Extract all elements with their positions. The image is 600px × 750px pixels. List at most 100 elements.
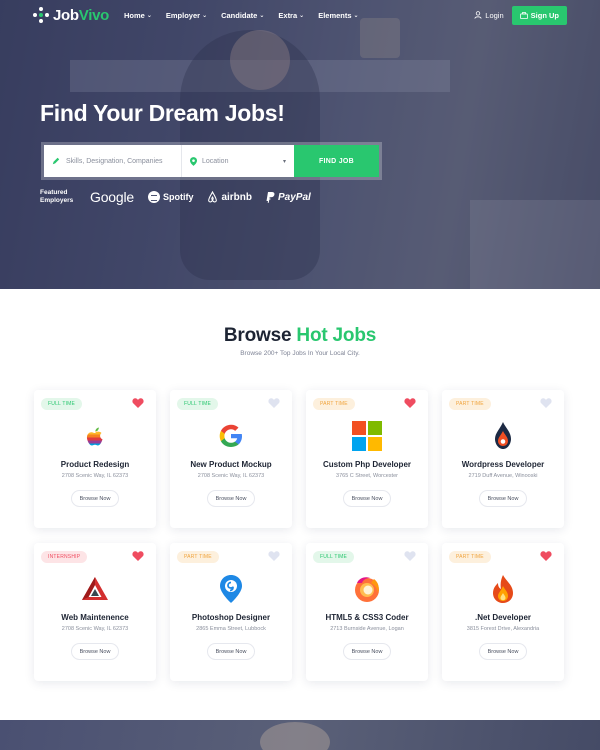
nav-item-candidate[interactable]: Candidate ⌄	[221, 11, 264, 20]
paypal-icon	[266, 191, 275, 203]
job-title[interactable]: Web Maintenence	[34, 613, 156, 622]
hero-section: JobVivo Home ⌄ Employer ⌄ Candidate ⌄ Extra…	[0, 0, 600, 289]
location-field[interactable]: Location ▾	[182, 145, 294, 177]
login-label: Login	[485, 10, 504, 20]
job-card[interactable]: INTERNSHIP Web Maintenence 2708 Scenic W…	[34, 543, 156, 681]
job-type-badge: PART TIME	[449, 398, 491, 410]
job-address: 2865 Emma Street, Lubbock	[196, 626, 266, 632]
browse-now-button[interactable]: Browse Now	[71, 490, 119, 507]
job-card[interactable]: FULL TIME Product Redesign 2708 Scenic W…	[34, 390, 156, 528]
featured-employers-label: Featured Employers	[40, 189, 74, 205]
hot-jobs-title: Browse Hot Jobs	[223, 325, 377, 346]
job-card[interactable]: PART TIME Wordpress Developer 2719 Duff …	[442, 390, 564, 528]
nav-item-extra[interactable]: Extra ⌄	[278, 11, 304, 20]
signup-label: Sign Up	[530, 10, 559, 20]
job-address: 3815 Forest Drive, Alexandria	[466, 626, 540, 632]
job-card[interactable]: FULL TIME New Product Mockup 2708 Scenic…	[170, 390, 292, 528]
heart-icon[interactable]	[540, 550, 552, 562]
heart-icon[interactable]	[132, 397, 144, 409]
heart-icon[interactable]	[132, 550, 144, 562]
job-type-badge: PART TIME	[177, 551, 219, 563]
airbnb-logo[interactable]: airbnb	[207, 191, 252, 203]
job-address: 2708 Scenic Way, IL 62373	[61, 473, 129, 479]
airbnb-wordmark: airbnb	[221, 191, 253, 203]
google-g-logo	[216, 420, 246, 452]
job-address: 3765 C Street, Worcester	[336, 473, 398, 479]
keyword-input[interactable]: Skills, Designation, Companies	[66, 158, 163, 165]
fire-logo	[488, 573, 518, 605]
job-type-badge: PART TIME	[449, 551, 491, 563]
job-card[interactable]: PART TIME .Net Developer 3815 Forest Dri…	[442, 543, 564, 681]
banner-person	[260, 722, 330, 750]
chevron-down-icon: ⌄	[259, 12, 265, 19]
nav-item-home[interactable]: Home ⌄	[124, 11, 152, 20]
user-icon	[474, 11, 482, 19]
job-type-badge: FULL TIME	[177, 398, 219, 410]
logo-icon	[33, 7, 49, 23]
browse-now-button[interactable]: Browse Now	[343, 643, 391, 660]
login-link[interactable]: Login	[474, 10, 504, 20]
logo[interactable]: JobVivo	[33, 7, 109, 24]
browse-now-button[interactable]: Browse Now	[343, 490, 391, 507]
heart-icon[interactable]	[268, 397, 280, 409]
browse-now-button[interactable]: Browse Now	[479, 490, 527, 507]
spotify-logo[interactable]: Spotify	[147, 191, 194, 204]
job-address: 2719 Duff Avenue, Winooski	[468, 473, 538, 479]
chevron-down-icon: ⌄	[202, 12, 208, 19]
job-title[interactable]: Photoshop Designer	[170, 613, 292, 622]
heart-icon[interactable]	[268, 550, 280, 562]
job-title[interactable]: Wordpress Developer	[442, 460, 564, 469]
paypal-wordmark: PayPal	[278, 191, 311, 203]
job-search-form: Skills, Designation, Companies Location …	[44, 145, 379, 177]
job-title[interactable]: Custom Php Developer	[306, 460, 428, 469]
job-title[interactable]: HTML5 & CSS3 Coder	[306, 613, 428, 622]
triangle-logo	[80, 573, 110, 605]
heart-icon[interactable]	[540, 397, 552, 409]
google-logo[interactable]: Google	[90, 189, 134, 205]
caret-down-icon: ▾	[282, 158, 286, 165]
job-title[interactable]: Product Redesign	[34, 460, 156, 469]
microsoft-logo	[352, 420, 382, 452]
job-title[interactable]: .Net Developer	[442, 613, 564, 622]
job-title[interactable]: New Product Mockup	[170, 460, 292, 469]
job-card[interactable]: FULL TIME HTML5 & CSS3 Coder 2713 Burnsi…	[306, 543, 428, 681]
chevron-down-icon: ⌄	[353, 12, 359, 19]
signup-button[interactable]: Sign Up	[511, 5, 567, 25]
job-type-badge: FULL TIME	[41, 398, 83, 410]
paypal-logo[interactable]: PayPal	[266, 191, 311, 203]
browse-now-button[interactable]: Browse Now	[479, 643, 527, 660]
spotify-icon	[147, 191, 160, 204]
nav-item-elements[interactable]: Elements ⌄	[318, 11, 358, 20]
job-type-badge: INTERNSHIP	[41, 551, 88, 563]
hot-jobs-subtitle: Browse 200+ Top Jobs In Your Local City.	[240, 350, 360, 357]
main-nav: Home ⌄ Employer ⌄ Candidate ⌄ Extra ⌄ Elemen…	[124, 11, 359, 20]
job-address: 2708 Scenic Way, IL 62373	[197, 473, 265, 479]
chevron-down-icon: ⌄	[146, 12, 152, 19]
chevron-down-icon: ⌄	[299, 12, 305, 19]
hero-title: Find Your Dream Jobs!	[40, 100, 285, 126]
pencil-icon	[52, 157, 60, 165]
browse-now-button[interactable]: Browse Now	[71, 643, 119, 660]
heart-icon[interactable]	[404, 550, 416, 562]
site-header: JobVivo Home ⌄ Employer ⌄ Candidate ⌄ Extra…	[0, 0, 600, 30]
job-card[interactable]: PART TIME Custom Php Developer 3765 C St…	[306, 390, 428, 528]
keyword-field[interactable]: Skills, Designation, Companies	[44, 145, 182, 177]
firefox-logo	[352, 573, 382, 605]
featured-employers: Featured Employers Google Spotify airbnb …	[40, 189, 311, 206]
job-type-badge: FULL TIME	[313, 551, 355, 563]
browse-now-button[interactable]: Browse Now	[207, 643, 255, 660]
briefcase-icon	[519, 11, 528, 19]
job-card[interactable]: PART TIME Photoshop Designer 2865 Emma S…	[170, 543, 292, 681]
airbnb-icon	[208, 191, 218, 203]
browse-now-button[interactable]: Browse Now	[207, 490, 255, 507]
logo-text: JobVivo	[53, 6, 109, 24]
location-select[interactable]: Location	[202, 158, 228, 165]
apple-logo	[80, 420, 110, 452]
heart-icon[interactable]	[404, 397, 416, 409]
nav-item-employer[interactable]: Employer ⌄	[166, 11, 207, 20]
next-section-banner	[0, 720, 600, 750]
find-job-button[interactable]: FIND JOB	[294, 145, 379, 177]
job-address: 2713 Burnside Avenue, Logan	[330, 626, 404, 632]
spotify-wordmark: Spotify	[162, 192, 194, 203]
map-pin-icon	[190, 156, 197, 166]
